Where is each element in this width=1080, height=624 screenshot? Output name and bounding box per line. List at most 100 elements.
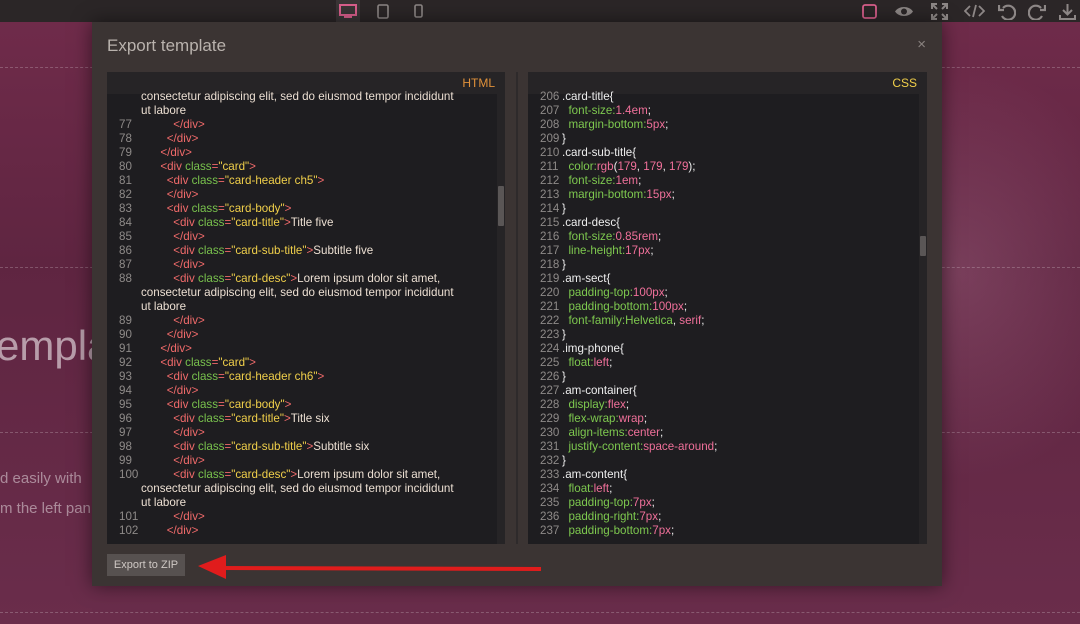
code-text: <div class="card-desc">Lorem ipsum dolor… — [173, 272, 441, 285]
code-line: 83 <div class="card-body"> — [107, 202, 497, 216]
code-line: 78 </div> — [107, 132, 497, 146]
html-code-editor[interactable]: consectetur adipiscing elit, sed do eius… — [107, 90, 497, 544]
code-text: <div class="card-body"> — [166, 202, 292, 215]
line-number: 83 — [119, 202, 132, 215]
code-text: float:left; — [568, 482, 613, 495]
code-text: font-size:1.4em; — [568, 104, 651, 117]
mobile-icon[interactable] — [410, 0, 426, 22]
code-text: consectetur adipiscing elit, sed do eius… — [141, 482, 454, 495]
line-number: 79 — [119, 146, 132, 159]
download-icon[interactable] — [1056, 0, 1078, 22]
line-number: 220 — [540, 286, 560, 299]
code-text: flex-wrap:wrap; — [568, 412, 648, 425]
code-line: 229 flex-wrap:wrap; — [528, 412, 919, 426]
fullscreen-icon[interactable] — [928, 0, 950, 22]
line-number: 208 — [540, 118, 560, 131]
code-text: </div> — [173, 314, 205, 327]
code-line: 84 <div class="card-title">Title five — [107, 216, 497, 230]
eye-icon[interactable] — [892, 0, 916, 22]
line-number: 216 — [540, 230, 560, 243]
code-line: 92 <div class="card"> — [107, 356, 497, 370]
line-number: 227 — [540, 384, 560, 397]
css-scrollbar[interactable] — [919, 94, 927, 544]
line-number: 225 — [540, 356, 560, 369]
code-line: 235 padding-top:7px; — [528, 496, 919, 510]
code-text: font-size:0.85rem; — [568, 230, 662, 243]
code-line: ut labore — [107, 496, 497, 510]
code-text: <div class="card-title">Title six — [173, 412, 330, 425]
code-text: </div> — [173, 426, 205, 439]
line-number: 211 — [540, 160, 559, 173]
line-number: 235 — [540, 496, 560, 509]
code-text: justify-content:space-around; — [568, 440, 718, 453]
square-border-icon[interactable] — [858, 0, 880, 22]
code-line: 220 padding-top:100px; — [528, 286, 919, 300]
line-number: 209 — [540, 132, 560, 145]
code-text: ut labore — [141, 104, 187, 117]
code-line: 102 </div> — [107, 524, 497, 538]
close-icon[interactable]: × — [917, 36, 926, 53]
line-number: 234 — [540, 482, 560, 495]
line-number: 102 — [119, 524, 139, 537]
code-text: </div> — [160, 342, 192, 355]
line-number: 213 — [540, 188, 560, 201]
line-number: 99 — [119, 454, 132, 467]
redo-icon[interactable] — [1026, 0, 1048, 22]
code-line: 216 font-size:0.85rem; — [528, 230, 919, 244]
line-number: 91 — [119, 342, 132, 355]
code-line: 210 .card-sub-title{ — [528, 146, 919, 160]
code-line: 89 </div> — [107, 314, 497, 328]
desktop-icon[interactable] — [336, 0, 360, 22]
code-text: <div class="card-header ch5"> — [166, 174, 325, 187]
line-number: 215 — [540, 216, 560, 229]
code-line: 100 <div class="card-desc">Lorem ipsum d… — [107, 468, 497, 482]
line-number: 85 — [119, 230, 132, 243]
line-number: 97 — [119, 426, 132, 439]
tablet-icon[interactable] — [374, 0, 392, 22]
line-number: 101 — [119, 510, 139, 523]
code-text: .card-sub-title{ — [562, 146, 637, 159]
code-line: consectetur adipiscing elit, sed do eius… — [107, 90, 497, 104]
code-text: .am-container{ — [562, 384, 637, 397]
code-line: 226} — [528, 370, 919, 384]
html-scrollbar[interactable] — [497, 94, 505, 544]
code-text: </div> — [173, 454, 205, 467]
modal-header: Export template × — [92, 22, 942, 66]
html-code-panel[interactable]: HTML consectetur adipiscing elit, sed do… — [107, 72, 505, 544]
line-number: 217 — [540, 244, 560, 257]
red-arrow-annotation — [198, 555, 542, 579]
code-text: font-family:Helvetica, serif; — [568, 314, 705, 327]
code-line: 86 <div class="card-sub-title">Subtitle … — [107, 244, 497, 258]
code-line: 206 .card-title{ — [528, 90, 919, 104]
code-text: </div> — [173, 230, 205, 243]
export-to-zip-button[interactable]: Export to ZIP — [107, 554, 185, 576]
code-text: <div class="card"> — [160, 356, 256, 369]
html-scroll-thumb[interactable] — [498, 186, 504, 226]
code-line: 234 float:left; — [528, 482, 919, 496]
line-number: 77 — [119, 118, 132, 131]
code-text: margin-bottom:15px; — [568, 188, 675, 201]
css-code-editor[interactable]: 206 .card-title{207 font-size:1.4em; 208 m… — [528, 90, 919, 544]
css-scroll-thumb[interactable] — [920, 236, 926, 256]
undo-icon[interactable] — [996, 0, 1018, 22]
code-text: </div> — [166, 328, 199, 341]
code-text: </div> — [160, 146, 192, 159]
line-number: 229 — [540, 412, 560, 425]
line-number: 92 — [119, 356, 132, 369]
code-text: .card-desc{ — [562, 216, 620, 229]
line-number: 210 — [540, 146, 560, 159]
code-text: color:rgb(179, 179, 179); — [568, 160, 696, 173]
css-code-panel[interactable]: CSS 206 .card-title{207 font-size:1.4em; 2… — [528, 72, 927, 544]
code-icon[interactable] — [962, 0, 986, 22]
code-text: } — [562, 454, 566, 467]
line-number: 98 — [119, 440, 132, 453]
code-text: </div> — [166, 524, 199, 537]
code-text: consectetur adipiscing elit, sed do eius… — [141, 286, 454, 299]
code-line: 90 </div> — [107, 328, 497, 342]
code-line: 225 float:left; — [528, 356, 919, 370]
code-text: } — [562, 370, 566, 383]
code-line: 217 line-height:17px; — [528, 244, 919, 258]
line-number: 87 — [119, 258, 132, 271]
code-text: display:flex; — [568, 398, 630, 411]
code-line: 232} — [528, 454, 919, 468]
